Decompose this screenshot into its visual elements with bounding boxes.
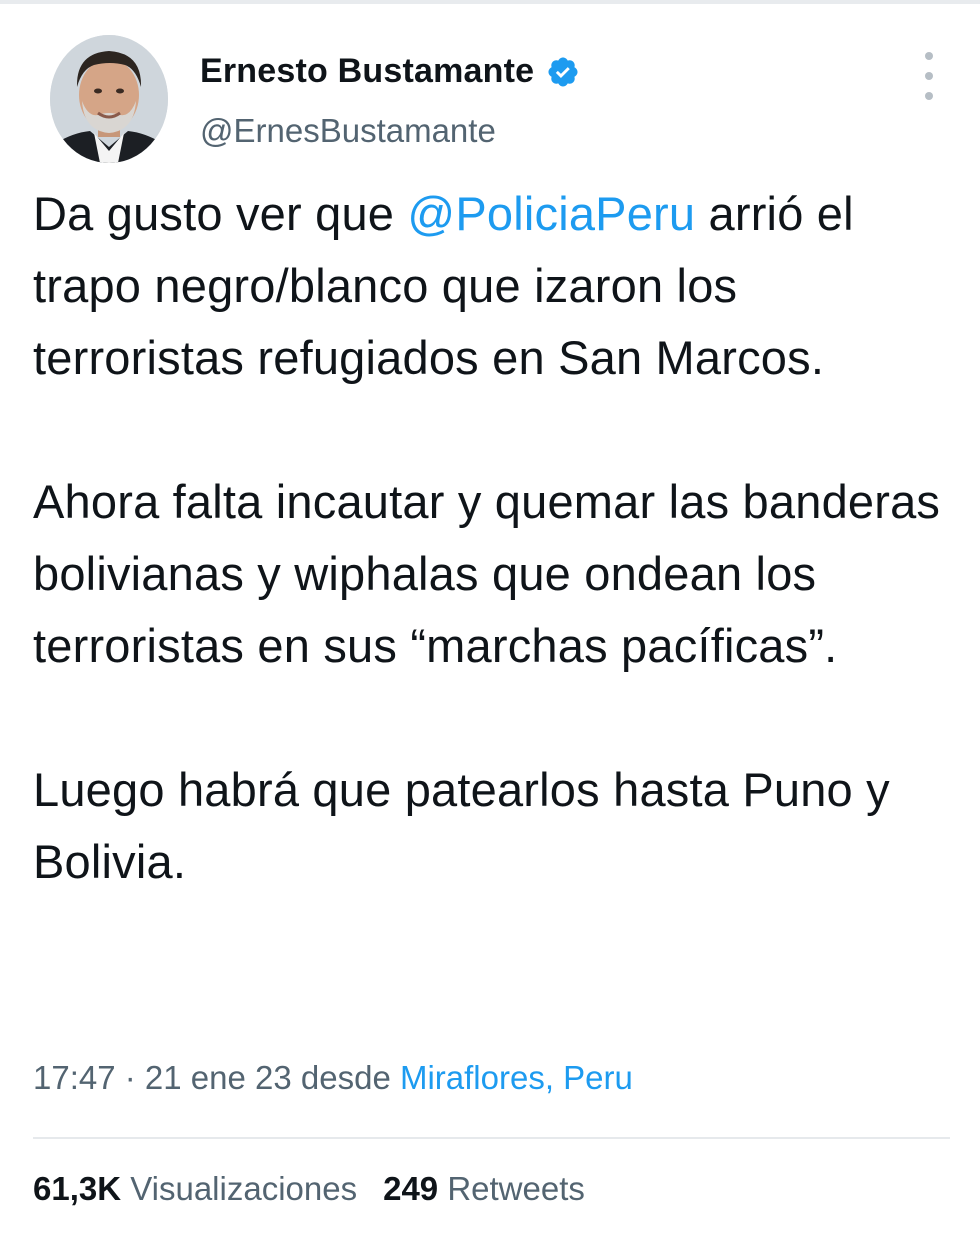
timestamp[interactable]: 17:47 · 21 ene 23 desde xyxy=(33,1059,400,1096)
divider xyxy=(33,1137,950,1139)
avatar[interactable] xyxy=(50,35,168,163)
tweet-text: Da gusto ver que @PoliciaPeru arrió el t… xyxy=(33,178,953,898)
location-link[interactable]: Miraflores, Peru xyxy=(400,1059,633,1096)
top-edge-divider xyxy=(0,0,980,4)
views-label: Visualizaciones xyxy=(130,1170,358,1207)
tweet-stats: 61,3K Visualizaciones 249 Retweets xyxy=(33,1170,585,1208)
views-stat[interactable]: 61,3K Visualizaciones xyxy=(33,1170,357,1207)
views-count: 61,3K xyxy=(33,1170,122,1207)
tweet-paragraph-2: Ahora falta incautar y quemar las bander… xyxy=(33,475,941,672)
tweet-paragraph-3: Luego habrá que patearlos hasta Puno y B… xyxy=(33,763,890,888)
tweet-paragraph-1: Da gusto ver que @PoliciaPeru arrió el t… xyxy=(33,178,953,394)
retweets-stat[interactable]: 249 Retweets xyxy=(383,1170,585,1207)
author-handle[interactable]: @ErnesBustamante xyxy=(200,112,496,150)
tweet-text-start: Da gusto ver que xyxy=(33,187,408,240)
profile-photo-icon xyxy=(50,35,168,163)
more-options-icon[interactable] xyxy=(915,52,943,100)
verified-badge-icon xyxy=(548,56,578,87)
retweets-count: 249 xyxy=(383,1170,439,1207)
tweet-meta: 17:47 · 21 ene 23 desde Miraflores, Peru xyxy=(33,1059,633,1097)
author-name[interactable]: Ernesto Bustamante xyxy=(200,52,534,91)
retweets-label: Retweets xyxy=(447,1170,585,1207)
author-name-row[interactable]: Ernesto Bustamante xyxy=(200,52,580,91)
mention-link[interactable]: @PoliciaPeru xyxy=(407,187,695,240)
